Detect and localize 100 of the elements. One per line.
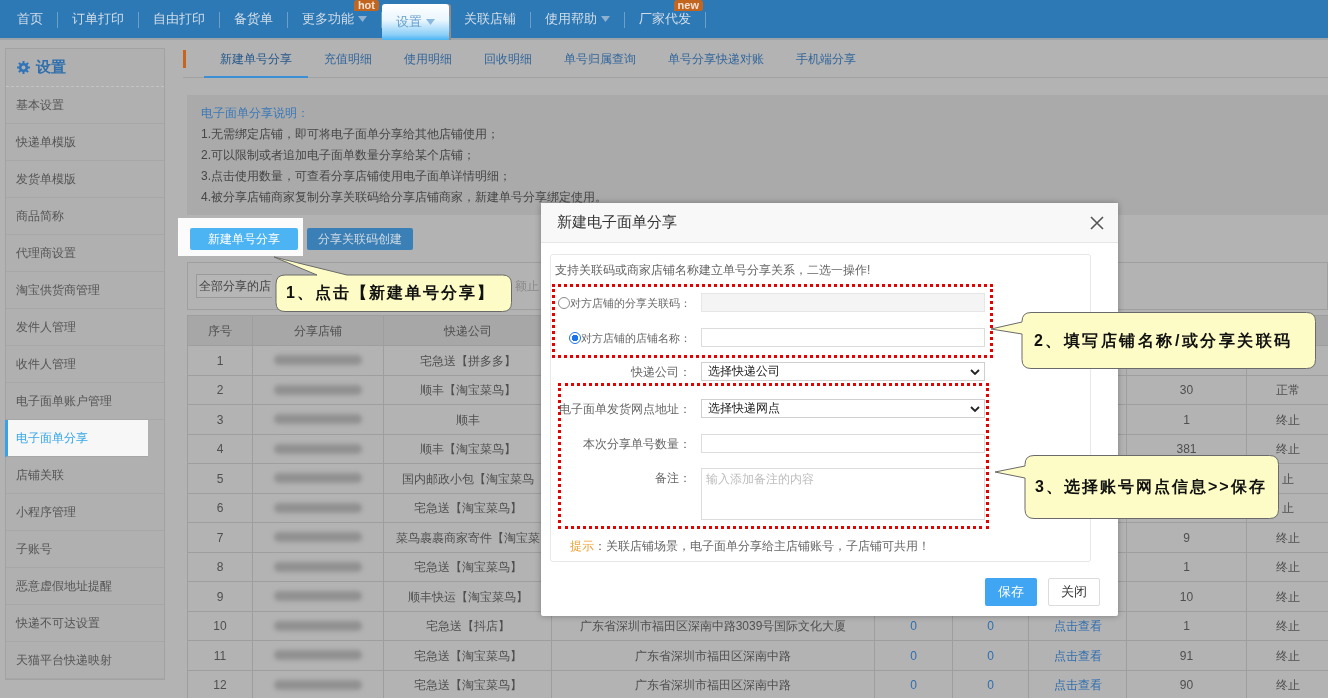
action-button[interactable]: 新建单号分享	[190, 228, 298, 250]
sidebar-item[interactable]: 淘宝供货商管理	[6, 272, 164, 309]
row-number: 11	[213, 648, 227, 663]
courier-name: 菜鸟裹裹商家寄件【淘宝菜	[395, 530, 540, 545]
sidebar-item[interactable]: 代理商设置	[6, 235, 164, 272]
nav-menu-item[interactable]: 使用帮助	[531, 0, 624, 38]
nav-menu-item[interactable]: 备货单	[220, 0, 287, 38]
field-label: 对方店铺的店铺名称：	[581, 330, 691, 346]
status-text: 终止	[1275, 530, 1300, 545]
status-text: 止	[1281, 471, 1294, 486]
count-value: 0	[987, 648, 994, 663]
status-text: 终止	[1275, 619, 1300, 634]
close-icon	[1090, 215, 1104, 230]
nav-menu-item[interactable]: new 厂家代发	[625, 0, 705, 38]
row-number: 9	[216, 589, 224, 604]
menu-badge: new	[673, 0, 703, 11]
nav-menu-item[interactable]: 订单打印	[58, 0, 138, 38]
count-value: 9	[1183, 530, 1190, 545]
nav-menu-item[interactable]: 首页	[3, 0, 57, 38]
tab[interactable]: 单号归属查询	[548, 42, 652, 78]
radio-button[interactable]	[569, 331, 581, 344]
courier-select[interactable]: 选择快递公司	[701, 362, 985, 381]
status-text: 终止	[1275, 678, 1300, 693]
nav-menu-item[interactable]: 自由打印	[139, 0, 219, 38]
description-line: 3.点击使用数量，可查看分享店铺使用电子面单详情明细；	[201, 170, 512, 182]
sidebar-item[interactable]: 快递不可达设置	[6, 605, 164, 642]
courier-name: 顺丰	[455, 412, 480, 427]
row-number: 1	[216, 353, 224, 368]
note-textarea[interactable]: 输入添加备注的内容	[701, 468, 985, 520]
tab[interactable]: 新建单号分享	[204, 42, 308, 78]
sidebar-item[interactable]: 商品简称	[6, 198, 164, 235]
field-label: 本次分享单号数量：	[583, 435, 691, 452]
field-label: 快递公司：	[631, 363, 691, 380]
text-input-field[interactable]	[701, 434, 985, 453]
sidebar-item[interactable]: 天猫平台快递映射	[6, 642, 164, 679]
gear-icon	[17, 61, 30, 74]
save-button[interactable]: 保存	[985, 578, 1037, 606]
sidebar-item[interactable]: 电子面单分享	[5, 420, 148, 457]
status-text: 正常	[1275, 383, 1300, 398]
count-value: 0	[910, 619, 917, 634]
count-value: 0	[910, 678, 917, 693]
courier-name: 宅急送【拼多多】	[419, 353, 516, 368]
status-text: 终止	[1275, 412, 1300, 427]
sidebar-item[interactable]: 子账号	[6, 531, 164, 568]
close-dialog-button[interactable]: 关闭	[1048, 578, 1100, 606]
row-number: 7	[216, 530, 224, 545]
nav-menu-item[interactable]: 设置	[382, 4, 449, 40]
tab[interactable]: 充值明细	[308, 42, 388, 78]
sidebar-item[interactable]: 基本设置	[6, 87, 164, 124]
nav-menu-item[interactable]: 关联店铺	[450, 0, 530, 38]
address-text: 广东省深圳市福田区深南中路	[635, 678, 791, 693]
tab[interactable]: 单号分享快递对账	[652, 42, 780, 78]
sidebar-item[interactable]: 恶意虚假地址提醒	[6, 568, 164, 605]
row-number: 10	[213, 619, 227, 634]
description-line: 1.无需绑定店铺，即可将电子面单分享给其他店铺使用；	[201, 128, 500, 140]
tab[interactable]: 手机端分享	[780, 42, 872, 78]
sidebar-item[interactable]: 快递单模版	[6, 124, 164, 161]
field-label: 电子面单发货网点地址：	[559, 400, 691, 417]
sidebar-item[interactable]: 发件人管理	[6, 309, 164, 346]
row-number: 6	[216, 501, 224, 516]
sidebar-item[interactable]: 发货单模版	[6, 161, 164, 198]
text-input-field[interactable]	[701, 293, 985, 312]
close-button[interactable]	[1090, 215, 1104, 230]
count-value: 90	[1179, 678, 1194, 693]
courier-name: 宅急送【淘宝菜鸟】	[413, 501, 522, 516]
menu-badge: hot	[353, 0, 379, 11]
tab[interactable]: 使用明细	[388, 42, 468, 78]
courier-name: 宅急送【淘宝菜鸟】	[413, 560, 522, 575]
action-button[interactable]: 分享关联码创建	[307, 228, 413, 250]
status-text: 终止	[1275, 648, 1300, 663]
status-text: 终止	[1275, 560, 1300, 575]
count-value: 0	[987, 678, 994, 693]
status-text: 止	[1281, 501, 1294, 516]
address-text: 广东省深圳市福田区深南中路	[635, 648, 791, 663]
row-number: 2	[216, 383, 224, 398]
select-field[interactable]: 选择快递网点	[701, 399, 985, 418]
address-text: 广东省深圳市福田区深南中路3039号国际文化大厦	[579, 619, 847, 634]
callout-bubble: 1、点击【新建单号分享】	[273, 256, 512, 312]
tab[interactable]: 回收明细	[468, 42, 548, 78]
count-value: 0	[910, 648, 917, 663]
field-label: 备注：	[655, 470, 691, 486]
status-text: 终止	[1275, 442, 1300, 457]
callout-bubble: 2、填写店铺名称/或分享关联码	[990, 312, 1316, 369]
count-value: 10	[1179, 589, 1194, 604]
courier-name: 宅急送【抖店】	[425, 619, 510, 634]
courier-name: 宅急送【淘宝菜鸟】	[413, 678, 522, 693]
row-number: 4	[216, 442, 224, 457]
count-value: 381	[1176, 442, 1197, 457]
hint-text: ：关联店铺场景，电子面单分享给主店铺账号，子店铺可共用！	[594, 539, 930, 553]
shop-select[interactable]: 全部分享的店	[196, 274, 272, 298]
courier-name: 顺丰【淘宝菜鸟】	[419, 383, 516, 398]
text-input-field[interactable]	[701, 328, 985, 347]
dialog-intro: 支持关联码或商家店铺名称建立单号分享关系，二选一操作!	[554, 262, 872, 278]
sidebar-item[interactable]: 收件人管理	[6, 346, 164, 383]
count-value: 1	[1183, 619, 1190, 634]
nav-menu-item[interactable]: hot 更多功能	[288, 0, 381, 38]
sidebar-item[interactable]: 小程序管理	[6, 494, 164, 531]
sidebar-item[interactable]: 店铺关联	[6, 457, 164, 494]
field-label: 对方店铺的分享关联码：	[570, 295, 691, 311]
radio-button[interactable]	[558, 296, 570, 309]
